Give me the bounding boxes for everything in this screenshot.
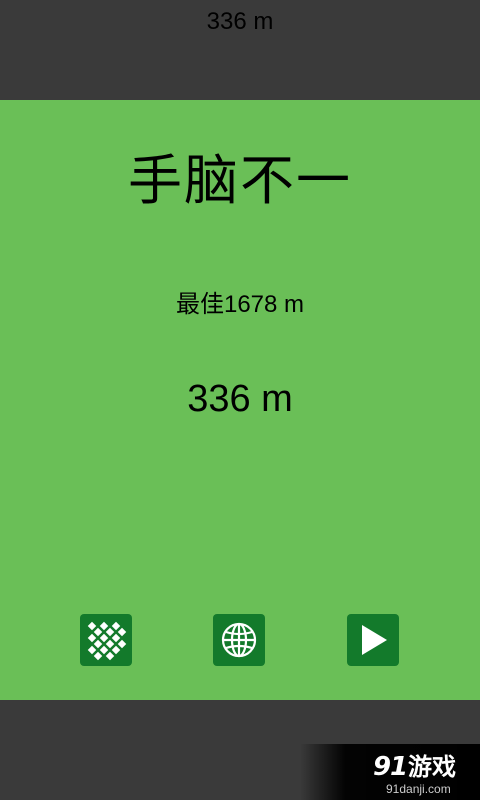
game-screen: 336 m 手脑不一 最佳1678 m 336 m 9 1 游戏 91danji…	[0, 0, 480, 800]
svg-text:游戏: 游戏	[408, 753, 456, 781]
brand-logo: 9 1 游戏 91danji.com	[373, 752, 456, 796]
online-globe-button[interactable]	[213, 614, 265, 666]
game-title: 手脑不一	[128, 149, 352, 212]
top-status-bar: 336 m	[0, 0, 480, 100]
grid-icon	[87, 621, 127, 661]
play-button[interactable]	[347, 614, 399, 666]
top-distance-text: 336 m	[206, 8, 274, 35]
globe-icon	[221, 622, 257, 658]
best-score: 最佳1678 m	[175, 291, 305, 318]
game-over-panel: 手脑不一 最佳1678 m 336 m	[0, 100, 480, 700]
watermark-logo: 9 1 游戏 91danji.com	[300, 744, 480, 800]
svg-text:1: 1	[390, 752, 408, 782]
levels-grid-button[interactable]	[80, 614, 132, 666]
play-icon	[362, 625, 387, 655]
svg-text:9: 9	[373, 752, 391, 782]
svg-text:91danji.com: 91danji.com	[386, 782, 451, 796]
current-score: 336 m	[187, 378, 293, 420]
